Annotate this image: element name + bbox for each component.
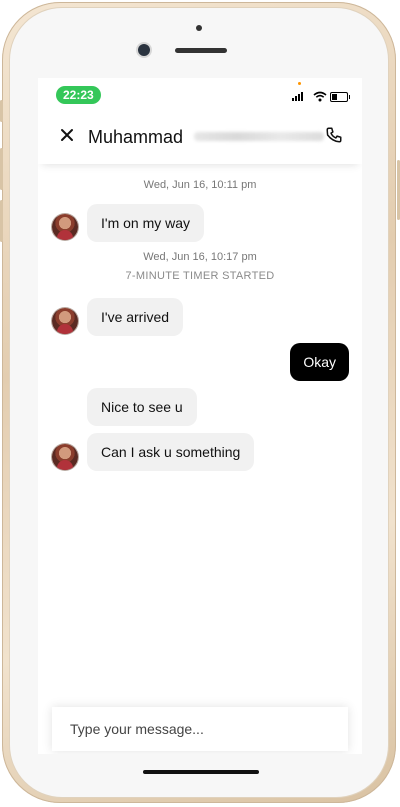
close-icon[interactable] [58, 126, 76, 144]
status-bar: 22:23 [38, 78, 362, 110]
driver-avatar [52, 214, 78, 240]
blurred-vehicle-info [194, 132, 324, 141]
incoming-message: Nice to see u [87, 388, 197, 426]
incoming-message: I'm on my way [87, 204, 205, 242]
phone-icon[interactable] [325, 126, 343, 144]
wifi-icon [313, 91, 327, 102]
outgoing-message: Okay [290, 343, 349, 381]
chat-screen: 22:23 Muhammad Wed, Jun 16, 10:11 pm I'm… [38, 78, 362, 754]
driver-avatar [52, 308, 78, 334]
driver-avatar [52, 444, 78, 470]
phone-side-button [0, 200, 3, 242]
privacy-indicator [298, 82, 301, 85]
status-time: 22:23 [56, 86, 101, 104]
message-input[interactable] [52, 707, 348, 751]
front-sensor [196, 25, 202, 31]
chat-header: Muhammad [38, 110, 362, 164]
incoming-message: I've arrived [87, 298, 184, 336]
contact-name: Muhammad [88, 127, 184, 147]
message-timestamp: Wed, Jun 16, 10:17 pm [143, 251, 257, 263]
message-timestamp: Wed, Jun 16, 10:11 pm [143, 179, 257, 191]
front-camera [138, 44, 150, 56]
incoming-message: Can I ask u something [87, 433, 255, 471]
cellular-signal-icon [292, 92, 303, 101]
earpiece-speaker [175, 48, 227, 53]
phone-side-button [0, 148, 3, 190]
timer-notice: 7-MINUTE TIMER STARTED [125, 270, 275, 282]
message-list[interactable]: Wed, Jun 16, 10:11 pm I'm on my way Wed,… [38, 164, 362, 704]
battery-icon [330, 92, 350, 102]
home-indicator[interactable] [143, 770, 259, 774]
message-composer [52, 707, 348, 751]
phone-side-button [0, 100, 3, 122]
